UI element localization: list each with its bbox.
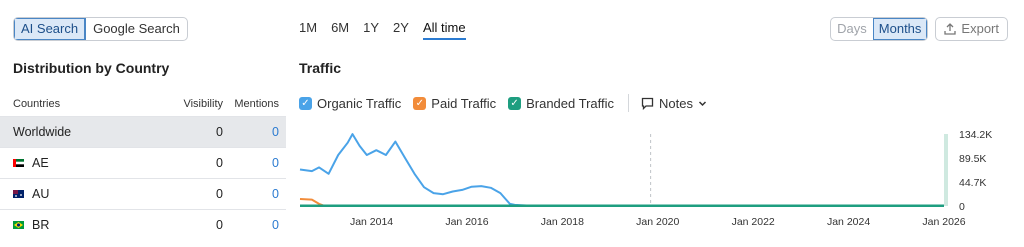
legend-organic[interactable]: ✓ Organic Traffic: [299, 96, 401, 111]
traffic-title: Traffic: [299, 60, 342, 76]
notes-icon: [641, 97, 654, 110]
period-all-time[interactable]: All time: [422, 20, 466, 40]
col-countries: Countries: [13, 98, 61, 110]
source-toggle: AI Search Google Search: [13, 17, 188, 41]
country-name: BR: [32, 218, 50, 232]
visibility-value: 0: [216, 125, 223, 139]
col-mentions: Mentions: [234, 98, 279, 110]
legend-branded[interactable]: ✓ Branded Traffic: [508, 96, 614, 111]
visibility-value: 0: [216, 156, 223, 170]
visibility-value: 0: [216, 218, 223, 232]
x-tick-label: Jan 2020: [636, 216, 679, 227]
table-row[interactable]: AE 0 0: [0, 147, 286, 178]
traffic-legend: ✓ Organic Traffic ✓ Paid Traffic ✓ Brand…: [299, 94, 719, 112]
col-visibility: Visibility: [183, 98, 223, 110]
country-table: Countries Visibility Mentions Worldwide …: [0, 92, 286, 240]
x-tick-label: Jan 2014: [350, 216, 393, 227]
organic-traffic-line: [299, 133, 944, 207]
table-row[interactable]: BR 0 0: [0, 209, 286, 240]
legend-label: Paid Traffic: [431, 95, 497, 111]
x-tick-label: Jan 2018: [541, 216, 584, 227]
checkbox-checked-icon: ✓: [299, 96, 312, 110]
export-label: Export: [961, 21, 999, 36]
y-tick-label: 134.2K: [959, 129, 992, 141]
mentions-link[interactable]: 0: [223, 156, 279, 170]
legend-paid[interactable]: ✓ Paid Traffic: [413, 96, 496, 111]
period-1y[interactable]: 1Y: [363, 20, 379, 40]
notes-dropdown[interactable]: Notes: [641, 96, 707, 111]
au-flag-icon: [13, 190, 24, 198]
x-tick-label: Jan 2024: [827, 216, 870, 227]
ai-search-button[interactable]: AI Search: [14, 18, 87, 40]
mentions-link[interactable]: 0: [223, 125, 279, 139]
y-tick-label: 44.7K: [959, 177, 986, 189]
br-flag-icon: [13, 221, 24, 229]
country-name: Worldwide: [13, 125, 72, 139]
traffic-chart: 134.2K 89.5K 44.7K 0 Jan 2014 Jan 2016 Jan 201…: [299, 129, 992, 227]
mentions-link[interactable]: 0: [223, 187, 279, 201]
period-6m[interactable]: 6M: [331, 20, 349, 40]
distribution-title: Distribution by Country: [13, 60, 170, 76]
legend-divider: [628, 94, 630, 112]
granularity-toggle: Days Months: [830, 17, 929, 41]
checkbox-checked-icon: ✓: [508, 96, 522, 110]
legend-label: Branded Traffic: [526, 95, 615, 111]
y-tick-label: 89.5K: [959, 153, 986, 165]
months-button[interactable]: Months: [872, 18, 928, 40]
x-tick-label: Jan 2022: [732, 216, 775, 227]
days-button[interactable]: Days: [831, 18, 873, 40]
export-icon: [944, 23, 957, 35]
chevron-down-icon: [698, 100, 707, 106]
toolbar-right: Days Months Export: [830, 17, 1008, 41]
ae-flag-icon: [13, 159, 24, 167]
table-row[interactable]: AU 0 0: [0, 178, 286, 209]
x-tick-label: Jan 2016: [445, 216, 488, 227]
y-tick-label: 0: [959, 201, 965, 213]
checkbox-checked-icon: ✓: [413, 96, 427, 110]
table-header: Countries Visibility Mentions: [0, 92, 286, 116]
period-2y[interactable]: 2Y: [393, 20, 409, 40]
country-name: AE: [32, 156, 49, 170]
period-1m[interactable]: 1M: [299, 20, 317, 40]
range-handle: [944, 134, 948, 206]
notes-label: Notes: [659, 95, 693, 111]
x-tick-label: Jan 2026: [922, 216, 965, 227]
period-tabs: 1M 6M 1Y 2Y All time: [299, 20, 466, 40]
google-search-button[interactable]: Google Search: [86, 18, 187, 40]
mentions-link[interactable]: 0: [223, 218, 279, 232]
country-name: AU: [32, 187, 50, 201]
visibility-value: 0: [216, 187, 223, 201]
table-row[interactable]: Worldwide 0 0: [0, 116, 286, 147]
export-button[interactable]: Export: [935, 17, 1008, 41]
legend-label: Organic Traffic: [317, 95, 402, 111]
